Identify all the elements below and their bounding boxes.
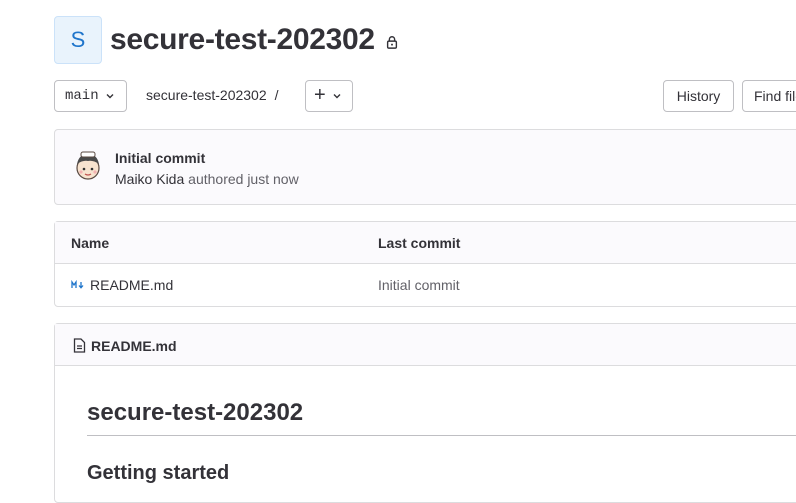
chevron-down-icon [332,91,342,101]
readme-subheading: Getting started [87,462,230,484]
find-file-button-label: Find file [754,88,796,104]
chevron-down-icon [105,91,115,101]
breadcrumb: secure-test-202302 / [146,87,279,103]
readme-header: README.md [55,324,796,366]
file-last-commit-link[interactable]: Initial commit [378,277,460,293]
commit-author-link[interactable]: Maiko Kida [115,171,184,187]
branch-selector[interactable]: main [54,80,127,112]
add-to-tree-button[interactable]: + [305,80,353,112]
history-button[interactable]: History [663,80,734,112]
file-name-link[interactable]: README.md [90,277,173,293]
readme-panel: README.md secure-test-202302 Getting sta… [54,323,796,503]
commit-time: authored just now [188,171,299,187]
file-tree-table: Name Last commit README.md Initial commi… [54,221,796,307]
table-row[interactable]: README.md Initial commit [55,264,796,307]
table-header-row: Name Last commit [55,222,796,264]
project-avatar[interactable]: S [54,16,102,64]
plus-icon: + [314,84,326,106]
find-file-button[interactable]: Find file [742,80,796,112]
commit-meta: Maiko Kida authored just now [115,171,299,187]
last-commit-panel: Initial commit Maiko Kida authored just … [54,129,796,205]
readme-heading: secure-test-202302 [87,399,796,436]
column-header-last-commit: Last commit [378,235,461,251]
branch-name: main [65,88,99,104]
project-header: S secure-test-202302 [54,16,399,64]
lock-icon [385,35,399,49]
markdown-icon [71,280,85,290]
commit-title-link[interactable]: Initial commit [115,150,205,166]
file-text-icon [73,338,86,353]
column-header-name: Name [71,235,110,251]
author-avatar[interactable] [73,150,103,182]
file-name-cell[interactable]: README.md [71,277,173,293]
project-avatar-letter: S [70,27,86,52]
breadcrumb-project-link[interactable]: secure-test-202302 [146,87,267,103]
repository-toolbar: main secure-test-202302 / + History Find … [54,80,796,113]
project-title: secure-test-202302 [110,23,375,56]
breadcrumb-separator: / [274,87,279,103]
readme-file-name[interactable]: README.md [91,338,177,354]
history-button-label: History [676,88,721,104]
